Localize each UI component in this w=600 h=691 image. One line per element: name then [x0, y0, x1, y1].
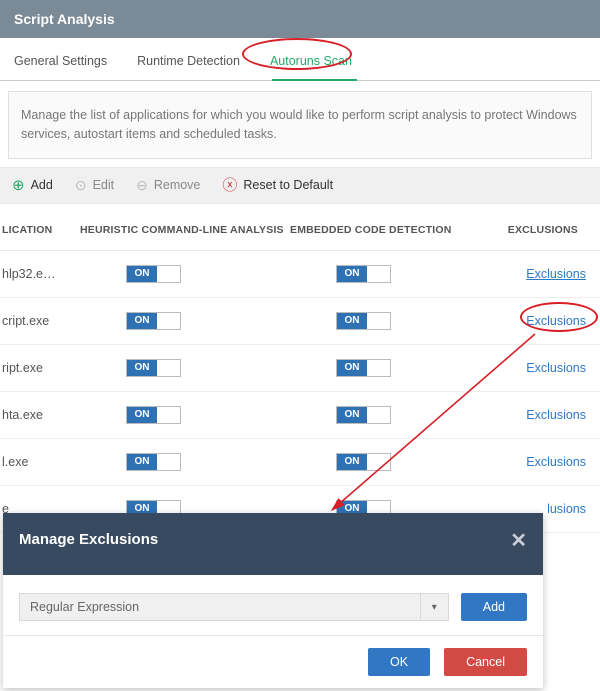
description-text: Manage the list of applications for whic… [8, 91, 592, 159]
pencil-circle-icon: ⊙ [75, 178, 87, 192]
exclusions-link[interactable]: Exclusions [526, 314, 586, 328]
minus-circle-icon: ⊖ [136, 178, 148, 192]
active-tab-underline [272, 79, 357, 81]
table-row[interactable]: l.exe ON ON Exclusions [0, 439, 600, 486]
tab-general-settings[interactable]: General Settings [14, 50, 107, 80]
remove-button: ⊖ Remove [136, 178, 200, 192]
dialog-title: Manage Exclusions [19, 531, 158, 548]
col-embedded[interactable]: EMBEDDED CODE DETECTION [290, 224, 490, 236]
chevron-down-icon: ▾ [420, 594, 448, 620]
tab-runtime-detection[interactable]: Runtime Detection [137, 50, 240, 80]
applications-table: LICATION HEURISTIC COMMAND-LINE ANALYSIS… [0, 204, 600, 533]
col-exclusions[interactable]: EXCLUSIONS [490, 224, 592, 236]
ok-button[interactable]: OK [368, 648, 430, 676]
toggle-embedded[interactable]: ON [336, 312, 391, 330]
table-row[interactable]: cript.exe ON ON Exclusions [0, 298, 600, 345]
col-heuristic[interactable]: HEURISTIC COMMAND-LINE ANALYSIS [80, 224, 290, 236]
page-title: Script Analysis [0, 0, 600, 38]
tabs-bar: General Settings Runtime Detection Autor… [0, 38, 600, 81]
edit-button: ⊙ Edit [75, 178, 114, 192]
table-row[interactable]: hlp32.e… ON ON Exclusions [0, 251, 600, 298]
toggle-embedded[interactable]: ON [336, 453, 391, 471]
exclusions-link[interactable]: Exclusions [526, 361, 586, 375]
remove-label: Remove [154, 178, 201, 192]
expression-type-select[interactable]: Regular Expression ▾ [19, 593, 449, 621]
cell-application: hlp32.e… [0, 267, 80, 281]
add-label: Add [31, 178, 53, 192]
cell-application: ript.exe [0, 361, 80, 375]
cell-application: hta.exe [0, 408, 80, 422]
dialog-add-button[interactable]: Add [461, 593, 527, 621]
plus-circle-icon: ⊕ [12, 178, 25, 193]
toggle-heuristic[interactable]: ON [126, 359, 181, 377]
toggle-embedded[interactable]: ON [336, 406, 391, 424]
add-button[interactable]: ⊕ Add [12, 178, 53, 193]
cell-application: l.exe [0, 455, 80, 469]
tab-autoruns-scan[interactable]: Autoruns Scan [270, 50, 352, 80]
toggle-heuristic[interactable]: ON [126, 312, 181, 330]
toggle-embedded[interactable]: ON [336, 359, 391, 377]
dialog-footer: OK Cancel [3, 635, 543, 688]
cell-application: cript.exe [0, 314, 80, 328]
exclusions-link[interactable]: Exclusions [526, 408, 586, 422]
close-icon[interactable]: ✕ [510, 531, 527, 551]
toggle-heuristic[interactable]: ON [126, 453, 181, 471]
manage-exclusions-dialog: Manage Exclusions ✕ Regular Expression ▾… [3, 513, 543, 688]
toggle-heuristic[interactable]: ON [126, 406, 181, 424]
exclusions-link[interactable]: Exclusions [526, 267, 586, 281]
col-application[interactable]: LICATION [0, 224, 80, 236]
exclusions-link[interactable]: lusions [547, 502, 586, 516]
x-circle-icon: ⓧ [222, 178, 237, 193]
table-row[interactable]: hta.exe ON ON Exclusions [0, 392, 600, 439]
cancel-button[interactable]: Cancel [444, 648, 527, 676]
reset-label: Reset to Default [243, 178, 333, 192]
dialog-header: Manage Exclusions ✕ [3, 513, 543, 575]
action-bar: ⊕ Add ⊙ Edit ⊖ Remove ⓧ Reset to Default [0, 167, 600, 204]
toggle-heuristic[interactable]: ON [126, 265, 181, 283]
edit-label: Edit [93, 178, 115, 192]
select-value: Regular Expression [30, 600, 139, 614]
table-row[interactable]: ript.exe ON ON Exclusions [0, 345, 600, 392]
reset-button[interactable]: ⓧ Reset to Default [222, 178, 333, 193]
exclusions-link[interactable]: Exclusions [526, 455, 586, 469]
table-header: LICATION HEURISTIC COMMAND-LINE ANALYSIS… [0, 204, 600, 251]
toggle-embedded[interactable]: ON [336, 265, 391, 283]
